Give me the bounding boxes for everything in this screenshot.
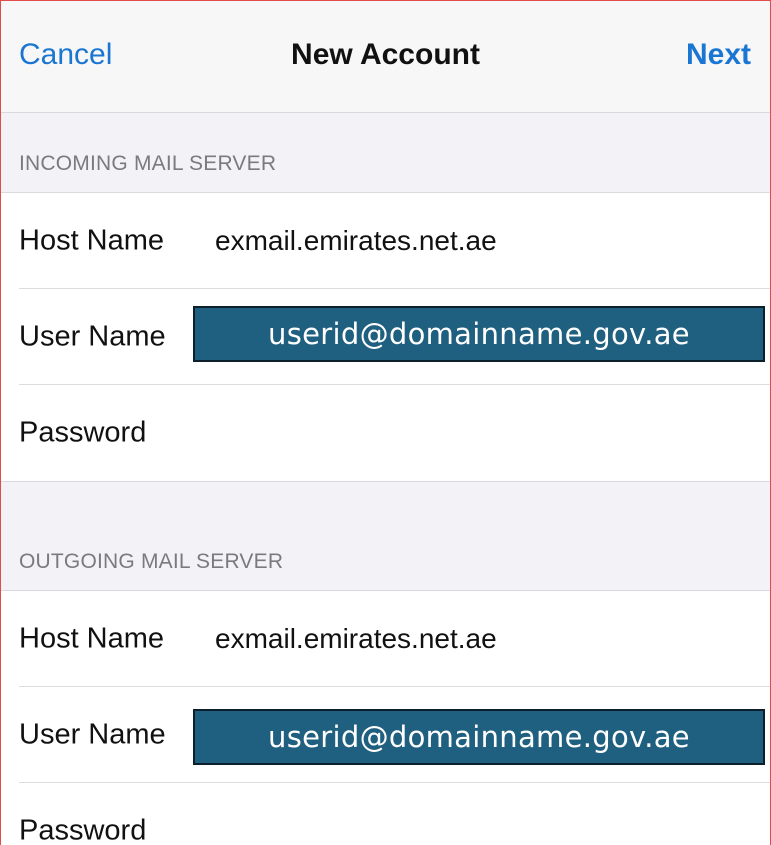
outgoing-user-label: User Name	[19, 718, 166, 751]
incoming-password-row: Password	[0, 385, 771, 481]
outgoing-password-field[interactable]	[215, 805, 735, 845]
incoming-section-header: INCOMING MAIL SERVER	[19, 152, 277, 175]
incoming-password-label: Password	[19, 416, 147, 449]
incoming-username-callout: userid@domainname.gov.ae	[193, 306, 765, 362]
incoming-password-field[interactable]	[215, 407, 735, 457]
outgoing-section-header: OUTGOING MAIL SERVER	[19, 550, 284, 573]
incoming-user-label: User Name	[19, 320, 166, 353]
next-button[interactable]: Next	[686, 38, 751, 72]
navigation-bar: Cancel New Account Next	[0, 0, 771, 113]
settings-screen: Cancel New Account Next INCOMING MAIL SE…	[0, 0, 771, 845]
outgoing-host-row: Host Name exmail.emirates.net.ae	[0, 591, 771, 687]
outgoing-host-field[interactable]: exmail.emirates.net.ae	[215, 623, 497, 655]
outgoing-username-callout: userid@domainname.gov.ae	[193, 709, 765, 765]
incoming-host-label: Host Name	[19, 224, 165, 257]
page-title: New Account	[291, 38, 480, 71]
outgoing-host-label: Host Name	[19, 622, 165, 655]
outgoing-password-label: Password	[19, 814, 147, 845]
incoming-host-row: Host Name exmail.emirates.net.ae	[0, 193, 771, 289]
outgoing-password-row: Password	[0, 783, 771, 845]
incoming-host-field[interactable]: exmail.emirates.net.ae	[215, 225, 497, 257]
